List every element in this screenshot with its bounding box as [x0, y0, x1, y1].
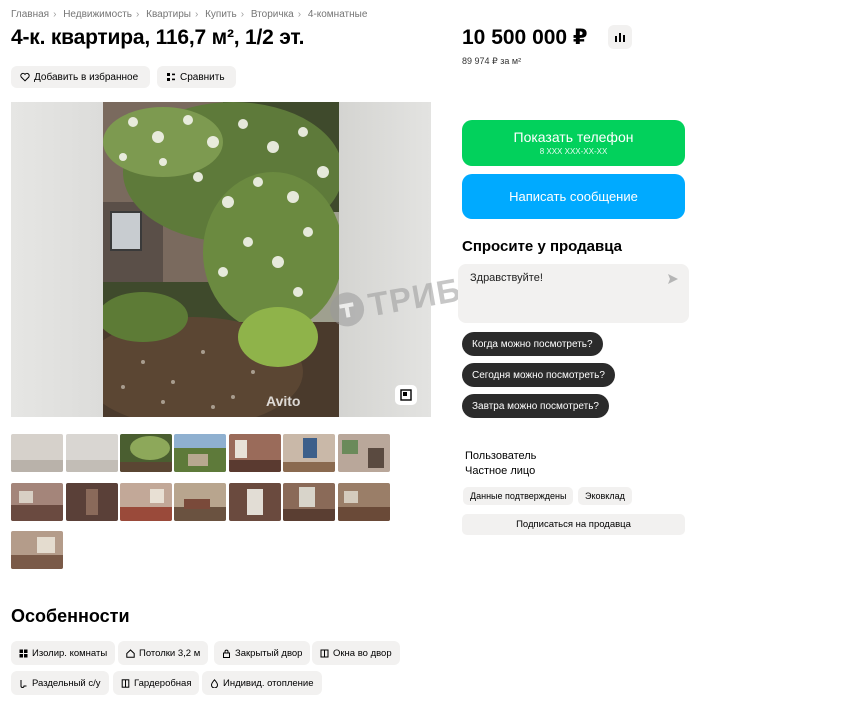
seller-name[interactable]: Частное лицо	[465, 465, 535, 477]
feature-label: Гардеробная	[134, 677, 192, 689]
room-thumbnail	[120, 483, 172, 521]
breadcrumb-link[interactable]: 4-комнатные	[308, 9, 368, 20]
ecodeposit-badge: Эковклад	[578, 487, 632, 505]
feature-label: Закрытый двор	[235, 647, 303, 659]
breadcrumb-separator: ›	[240, 9, 245, 20]
room-thumbnail	[11, 483, 63, 521]
gallery-thumbnail[interactable]	[338, 434, 390, 472]
heating-icon	[210, 678, 219, 688]
quick-question-chip[interactable]: Когда можно посмотреть?	[462, 332, 603, 356]
photo-blur-right	[339, 102, 431, 417]
room-thumbnail	[66, 434, 118, 472]
breadcrumb-separator: ›	[53, 9, 57, 20]
room-thumbnail	[229, 483, 281, 521]
wardrobe-icon	[121, 678, 130, 688]
breadcrumb-separator: ›	[297, 9, 302, 20]
feature-chip: Закрытый двор	[214, 641, 311, 665]
room-thumbnail	[283, 483, 335, 521]
feature-chip: Потолки 3,2 м	[118, 641, 209, 665]
heart-icon	[20, 72, 30, 82]
ask-seller-title: Спросите у продавца	[462, 238, 622, 255]
compare-button[interactable]: Сравнить	[157, 66, 236, 88]
subscribe-seller-button[interactable]: Подписаться на продавца	[462, 514, 685, 535]
gallery-thumbnail[interactable]	[120, 434, 172, 472]
breadcrumb-separator: ›	[136, 9, 140, 20]
room-thumbnail	[11, 434, 63, 472]
room-thumbnail	[338, 434, 390, 472]
lock-icon	[223, 649, 230, 658]
gallery-thumbnail[interactable]	[174, 434, 226, 472]
price-history-button[interactable]	[608, 25, 632, 49]
fullscreen-button[interactable]	[395, 385, 417, 405]
breadcrumb-separator: ›	[194, 9, 199, 20]
gallery-thumbnail[interactable]	[229, 434, 281, 472]
feature-chip: Раздельный с/у	[11, 671, 109, 695]
breadcrumb-link[interactable]: Вторичка	[251, 9, 294, 20]
ask-seller-input[interactable]: Здравствуйте!	[458, 264, 689, 323]
seller-type: Пользователь	[465, 450, 537, 462]
masked-phone-number: 8 XXX XXX-XX-XX	[539, 147, 608, 156]
breadcrumb-link[interactable]: Недвижимость	[63, 9, 132, 20]
gallery-thumbnail[interactable]	[229, 483, 281, 521]
gallery-thumbnail[interactable]	[66, 483, 118, 521]
show-phone-button[interactable]: Показать телефон 8 XXX XXX-XX-XX	[462, 120, 685, 166]
room-thumbnail	[283, 434, 335, 472]
feature-label: Индивид. отопление	[223, 677, 314, 689]
show-phone-label: Показать телефон	[513, 129, 634, 145]
gallery-thumbnail[interactable]	[11, 483, 63, 521]
compare-icon	[167, 73, 175, 81]
main-photo[interactable]	[11, 102, 431, 417]
add-to-favorites-label: Добавить в избранное	[34, 71, 139, 83]
quick-question-chip[interactable]: Сегодня можно посмотреть?	[462, 363, 615, 387]
gallery-thumbnail[interactable]	[66, 434, 118, 472]
room-thumbnail	[338, 483, 390, 521]
quick-question-chip[interactable]: Завтра можно посмотреть?	[462, 394, 609, 418]
bathroom-icon	[20, 679, 27, 688]
feature-chip: Индивид. отопление	[202, 671, 322, 695]
rooms-icon	[19, 649, 28, 657]
gallery-thumbnail[interactable]	[120, 483, 172, 521]
price: 10 500 000 ₽	[462, 26, 588, 49]
page-title: 4-к. квартира, 116,7 м², 1/2 эт.	[11, 26, 305, 49]
gallery-thumbnail[interactable]	[174, 483, 226, 521]
verified-badge: Данные подтверждены	[463, 487, 574, 505]
feature-chip: Окна во двор	[312, 641, 400, 665]
room-thumbnail	[11, 531, 63, 569]
gallery-thumbnail[interactable]	[338, 483, 390, 521]
room-thumbnail	[174, 483, 226, 521]
breadcrumb-link[interactable]: Квартиры	[146, 9, 191, 20]
breadcrumb: Главная › Недвижимость › Квартиры › Купить ›…	[11, 9, 367, 20]
gallery-thumbnail[interactable]	[11, 531, 63, 569]
compare-label: Сравнить	[180, 71, 225, 83]
write-message-button[interactable]: Написать сообщение	[462, 174, 685, 219]
feature-chip: Изолир. комнаты	[11, 641, 116, 665]
breadcrumb-link[interactable]: Купить	[205, 9, 237, 20]
room-thumbnail	[229, 434, 281, 472]
feature-label: Раздельный с/у	[32, 677, 101, 689]
avito-watermark: Avito	[266, 393, 301, 409]
gallery-thumbnail[interactable]	[283, 434, 335, 472]
house-icon	[126, 648, 135, 658]
features-title: Особенности	[11, 606, 130, 626]
feature-label: Изолир. комнаты	[32, 647, 108, 659]
window-icon	[320, 649, 329, 657]
tribun-logo-icon	[330, 292, 365, 327]
ask-seller-message: Здравствуйте!	[470, 272, 543, 284]
send-icon[interactable]	[667, 273, 679, 285]
feature-label: Окна во двор	[333, 647, 392, 659]
breadcrumb-link[interactable]: Главная	[11, 9, 49, 20]
photo-blur-left	[11, 102, 103, 417]
gallery-thumbnail[interactable]	[11, 434, 63, 472]
feature-label: Потолки 3,2 м	[139, 647, 201, 659]
room-thumbnail	[66, 483, 118, 521]
garden-thumbnail	[120, 434, 172, 472]
bar-chart-icon	[615, 33, 625, 42]
gallery-thumbnail[interactable]	[283, 483, 335, 521]
expand-icon	[400, 389, 412, 401]
add-to-favorites-button[interactable]: Добавить в избранное	[11, 66, 150, 88]
garden-photo	[103, 102, 339, 417]
feature-chip: Гардеробная	[113, 671, 200, 695]
price-per-m2: 89 974 ₽ за м²	[462, 56, 522, 66]
yard-thumbnail	[174, 434, 226, 472]
